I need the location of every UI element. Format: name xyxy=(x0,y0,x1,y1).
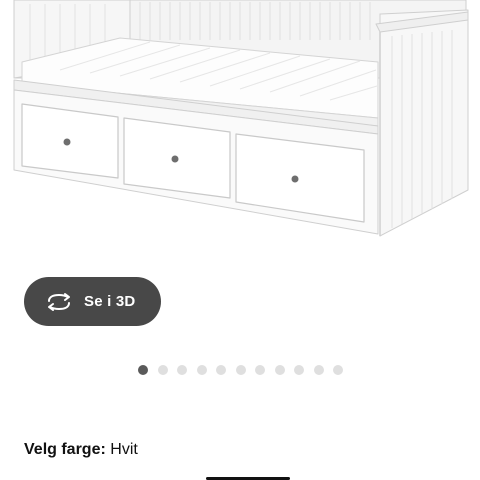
carousel-dot[interactable] xyxy=(138,365,148,375)
color-value: Hvit xyxy=(110,441,138,458)
daybed-illustration xyxy=(13,0,469,237)
product-image[interactable] xyxy=(0,0,480,250)
view-3d-button[interactable]: Se i 3D xyxy=(24,277,161,326)
carousel-dot[interactable] xyxy=(235,365,246,375)
carousel-dot[interactable] xyxy=(177,365,187,375)
color-label: Velg farge: xyxy=(24,441,106,458)
carousel-dot[interactable] xyxy=(333,365,343,375)
color-selector: Velg farge: Hvit xyxy=(24,441,138,459)
view-3d-label: Se i 3D xyxy=(84,293,136,310)
carousel-dot[interactable] xyxy=(274,365,285,375)
carousel-dot[interactable] xyxy=(216,365,226,375)
carousel-dot[interactable] xyxy=(255,365,265,375)
carousel-dot[interactable] xyxy=(196,365,207,375)
carousel-dot[interactable] xyxy=(313,365,324,375)
carousel-dot[interactable] xyxy=(157,365,168,375)
carousel-pagination xyxy=(138,365,343,375)
carousel-dot[interactable] xyxy=(294,365,304,375)
rotate-3d-icon xyxy=(45,292,73,312)
